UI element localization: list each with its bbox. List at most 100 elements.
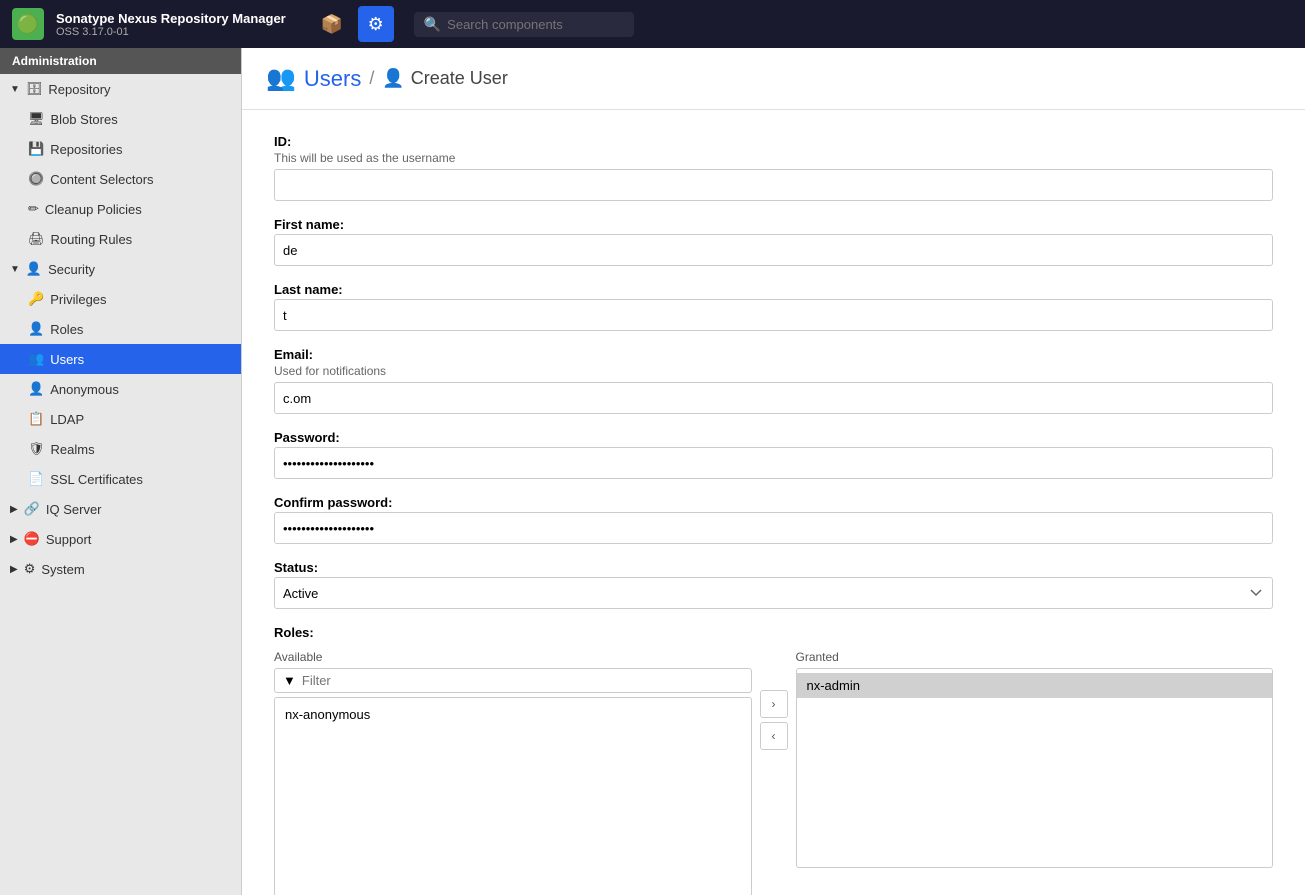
support-label: Support [46,532,92,547]
ldap-label: LDAP [50,412,84,427]
content-selectors-icon: 🔘 [28,171,44,187]
password-input[interactable] [274,447,1273,479]
firstname-label: First name: [274,217,1273,232]
anonymous-label: Anonymous [50,382,119,397]
confirm-password-label: Confirm password: [274,495,1273,510]
move-left-button[interactable]: ‹ [760,722,788,750]
realms-icon: 🛡 [28,441,45,457]
iq-server-icon: 🔗 [24,501,40,517]
roles-layout: Available ▼ nx-anonymous › ‹ [274,650,1273,895]
status-label: Status: [274,560,1273,575]
granted-roles-box: Granted nx-admin [796,650,1274,868]
caret-support: ▶ [10,534,18,545]
system-label: System [41,562,84,577]
sidebar-item-repositories[interactable]: 💾 Repositories [0,134,241,164]
sidebar-item-realms[interactable]: 🛡 Realms [0,434,241,464]
app-header: 🟢 Sonatype Nexus Repository Manager OSS … [0,0,1305,48]
confirm-password-input[interactable] [274,512,1273,544]
granted-label: Granted [796,650,1274,664]
content-selectors-label: Content Selectors [50,172,153,187]
status-field: Status: Active Disabled [274,560,1273,609]
password-field: Password: [274,430,1273,479]
lastname-input[interactable] [274,299,1273,331]
ldap-icon: 📋 [28,411,44,427]
app-title-block: Sonatype Nexus Repository Manager OSS 3.… [56,11,286,38]
privileges-label: Privileges [50,292,106,307]
blob-stores-icon: 🖥 [28,111,45,127]
users-icon: 👥 [28,351,44,367]
sidebar: Administration ▼ 🗄 Repository 🖥 Blob Sto… [0,48,242,895]
status-select[interactable]: Active Disabled [274,577,1273,609]
breadcrumb-separator: / [369,68,374,89]
browse-icon-btn[interactable]: 📦 [314,6,350,42]
roles-label: Roles [50,322,83,337]
firstname-input[interactable] [274,234,1273,266]
create-user-icon: 👤 [382,68,404,89]
sidebar-item-content-selectors[interactable]: 🔘 Content Selectors [0,164,241,194]
lastname-label: Last name: [274,282,1273,297]
email-hint: Used for notifications [274,364,1273,378]
cleanup-policies-label: Cleanup Policies [45,202,142,217]
move-right-button[interactable]: › [760,690,788,718]
caret-iq-server: ▶ [10,504,18,515]
email-field: Email: Used for notifications [274,347,1273,414]
breadcrumb-link[interactable]: Users [304,66,361,92]
sidebar-section-repository[interactable]: ▼ 🗄 Repository [0,74,241,104]
create-user-form: ID: This will be used as the username Fi… [242,110,1305,895]
page-breadcrumb-icon: 👥 [266,64,296,93]
available-label: Available [274,650,752,664]
iq-server-label: IQ Server [46,502,102,517]
search-input[interactable] [447,17,624,32]
admin-icon-btn[interactable]: ⚙ [358,6,394,42]
admin-label: Administration [0,48,241,74]
page-current-title: Create User [411,68,508,89]
sidebar-item-ldap[interactable]: 📋 LDAP [0,404,241,434]
id-input[interactable] [274,169,1273,201]
app-version: OSS 3.17.0-01 [56,26,286,38]
roles-icon: 👤 [28,321,44,337]
caret-system: ▶ [10,564,18,575]
search-box[interactable]: 🔍 [414,12,634,37]
sidebar-item-privileges[interactable]: 🔑 Privileges [0,284,241,314]
caret-repository: ▼ [10,84,20,95]
search-icon: 🔍 [424,16,441,33]
sidebar-item-cleanup-policies[interactable]: ✏ Cleanup Policies [0,194,241,224]
sidebar-item-anonymous[interactable]: 👤 Anonymous [0,374,241,404]
main-layout: Administration ▼ 🗄 Repository 🖥 Blob Sto… [0,48,1305,895]
roles-filter-input[interactable] [302,673,743,688]
sidebar-item-roles[interactable]: 👤 Roles [0,314,241,344]
sidebar-section-system[interactable]: ▶ ⚙ System [0,554,241,584]
security-icon: 👤 [26,261,42,277]
sidebar-item-ssl-certificates[interactable]: 📄 SSL Certificates [0,464,241,494]
id-label: ID: [274,134,1273,149]
available-roles-box: Available ▼ nx-anonymous [274,650,752,895]
available-role-nx-anonymous[interactable]: nx-anonymous [275,702,751,727]
breadcrumb-current: 👤 Create User [382,68,507,89]
confirm-password-field: Confirm password: [274,495,1273,544]
routing-rules-label: Routing Rules [51,232,133,247]
granted-roles-list: nx-admin [796,668,1274,868]
sidebar-section-security-label: Security [48,262,95,277]
header-icons: 📦 ⚙ [314,6,394,42]
id-field: ID: This will be used as the username [274,134,1273,201]
sidebar-section-support[interactable]: ▶ ⛔ Support [0,524,241,554]
caret-security: ▼ [10,264,20,275]
sidebar-section-security[interactable]: ▼ 👤 Security [0,254,241,284]
cleanup-policies-icon: ✏ [28,201,39,217]
granted-role-nx-admin[interactable]: nx-admin [797,673,1273,698]
status-select-wrapper: Active Disabled [274,577,1273,609]
sidebar-item-users[interactable]: 👥 Users [0,344,241,374]
email-input[interactable] [274,382,1273,414]
content-area: 👥 Users / 👤 Create User ID: This will be… [242,48,1305,895]
roles-filter[interactable]: ▼ [274,668,752,693]
id-hint: This will be used as the username [274,151,1273,165]
sidebar-item-routing-rules[interactable]: 🖨 Routing Rules [0,224,241,254]
sidebar-item-blob-stores[interactable]: 🖥 Blob Stores [0,104,241,134]
available-roles-list: nx-anonymous [274,697,752,895]
filter-icon: ▼ [283,673,296,688]
repositories-label: Repositories [50,142,122,157]
page-header: 👥 Users / 👤 Create User [242,48,1305,110]
blob-stores-label: Blob Stores [51,112,118,127]
sidebar-section-iq-server[interactable]: ▶ 🔗 IQ Server [0,494,241,524]
users-label: Users [50,352,84,367]
